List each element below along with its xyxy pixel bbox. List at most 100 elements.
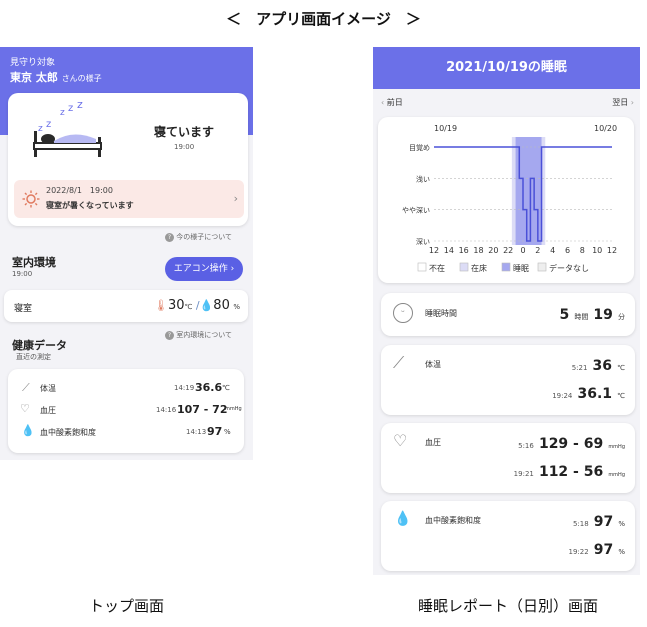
spo2-unit: % — [618, 520, 625, 528]
spo2-row: 19:22 97 % — [568, 539, 625, 558]
health-value: 97 — [207, 425, 223, 438]
health-time: 14:16 — [156, 406, 177, 414]
about-env-link[interactable]: ? 室内環境について — [165, 330, 232, 340]
health-row-bp[interactable]: ♡ 血圧 14:16 107 - 72 mmHg — [8, 401, 244, 421]
legend-label: 睡眠 — [513, 264, 529, 273]
svg-text:z: z — [77, 101, 83, 111]
page-heading: ＜ アプリ画面イメージ ＞ — [226, 10, 421, 28]
user-suffix: さんの様子 — [61, 74, 102, 83]
legend-swatch — [417, 262, 427, 272]
about-now-link[interactable]: ? 今の様子について — [165, 232, 232, 242]
health-unit: mmHg — [225, 406, 242, 412]
x-tick-label: 6 — [565, 246, 570, 255]
health-title: 健康データ — [12, 339, 67, 352]
x-tick-label: 8 — [580, 246, 585, 255]
sleeping-bed-icon: z z z z z — [33, 101, 102, 157]
x-tick-label: 0 — [520, 246, 525, 255]
health-label: 体温 — [40, 384, 56, 393]
legend-label: 不在 — [429, 263, 445, 273]
sleep-minutes: 19 — [593, 307, 613, 323]
sleep-hours: 5 — [559, 307, 570, 323]
user-name-text: 東京 太郎 — [10, 71, 58, 84]
spo2-time: 19:22 — [568, 548, 589, 556]
room-label: 寝室 — [14, 304, 33, 314]
prev-day-button[interactable]: ‹ 前日 — [381, 97, 403, 108]
bp-unit: mmHg — [608, 444, 625, 450]
date-left-label: 10/19 — [434, 124, 457, 133]
sleep-time-card: ᵕ 睡眠時間 5 時間 19 分 — [381, 293, 635, 336]
room-hot-alert[interactable]: 2022/8/1 19:00 寝室が暑くなっています › — [14, 180, 244, 218]
sleep-screen-caption: 睡眠レポート（日別）画面 — [417, 597, 598, 615]
sleep-hours-unit: 時間 — [574, 313, 589, 321]
health-value: 36.6 — [195, 381, 223, 394]
bp-label: 血圧 — [425, 438, 441, 447]
sleep-duration: 5 時間 19 分 — [559, 304, 625, 323]
x-tick-label: 18 — [473, 246, 483, 255]
temp-card: ⟋ 体温 5:21 36 ℃ 19:24 36.1 ℃ — [381, 345, 635, 415]
x-tick-label: 12 — [429, 246, 439, 255]
next-day-button[interactable]: 翌日 › — [612, 97, 634, 108]
about-env-text: 室内環境について — [176, 331, 233, 339]
level-label: 目覚め — [409, 143, 430, 152]
room-values: 🌡30℃ /💧80 % — [154, 298, 240, 313]
sleep-minutes-unit: 分 — [618, 313, 625, 321]
health-time: 14:13 — [186, 428, 207, 436]
temp-time: 19:24 — [552, 392, 573, 400]
health-row-temp[interactable]: ⟋ 体温 14:19 36.6 ℃ — [8, 379, 244, 399]
svg-text:z: z — [46, 119, 51, 130]
top-screen: 見守り対象 東京 太郎 さんの様子 z z z z z 寝ています 19:00 — [0, 47, 253, 460]
thermometer-icon: ⟋ — [393, 353, 405, 372]
health-value: 107 - 72 — [177, 403, 228, 416]
x-tick-label: 16 — [459, 246, 469, 255]
temp-value: 36.1 — [577, 386, 613, 402]
bp-card: ♡ 血圧 5:16 129 - 69 mmHg 19:21 112 - 56 m… — [381, 423, 635, 493]
help-icon: ? — [165, 233, 174, 242]
legend-swatch — [537, 262, 547, 272]
sleep-chart: 10/19 10/20目覚め浅いやや深い深い12 14 16 18 20 22 0 2 4 6 8 10… — [402, 124, 617, 273]
level-label: やや深い — [402, 206, 430, 215]
sleeping-face-icon: ᵕ — [393, 303, 413, 323]
aircon-button[interactable]: エアコン操作 › — [165, 257, 243, 281]
bp-value: 112 - 56 — [538, 464, 604, 480]
droplet-icon: 💧 — [21, 424, 35, 437]
health-row-spo2[interactable]: 💧 血中酸素飽和度 14:13 97 % — [8, 423, 244, 443]
bp-time: 5:16 — [518, 442, 534, 450]
health-label: 血中酸素飽和度 — [40, 428, 96, 437]
temp-row: 5:21 36 ℃ — [572, 355, 625, 374]
env-title: 室内環境 — [12, 256, 56, 269]
room-humidity-value: 80 — [213, 298, 230, 313]
svg-text:z: z — [60, 108, 65, 118]
aircon-button-label: エアコン操作 — [173, 264, 228, 274]
help-icon: ? — [165, 331, 174, 340]
room-humidity-unit: % — [233, 303, 240, 311]
humidity-drop-icon: /💧 — [195, 299, 214, 312]
spo2-unit: % — [618, 548, 625, 556]
x-tick-label: 12 — [607, 246, 617, 255]
spo2-time: 5:18 — [572, 520, 589, 528]
legend-swatch — [501, 262, 511, 272]
x-tick-label: 22 — [503, 246, 513, 255]
spo2-value: 97 — [593, 542, 614, 558]
date-right-label: 10/20 — [594, 124, 617, 133]
env-time: 19:00 — [12, 270, 33, 278]
health-time: 14:19 — [174, 384, 195, 392]
chevron-right-icon: › — [233, 192, 238, 205]
level-label: 深い — [416, 237, 430, 246]
alert-datetime: 2022/8/1 19:00 — [46, 186, 113, 195]
x-tick-label: 20 — [488, 246, 498, 255]
chevron-left-icon: ‹ — [381, 98, 385, 107]
heart-icon: ♡ — [20, 402, 30, 415]
sleep-time-label: 睡眠時間 — [425, 309, 457, 318]
spo2-label: 血中酸素飽和度 — [425, 516, 481, 525]
bp-unit: mmHg — [608, 472, 625, 478]
spo2-card: 💧 血中酸素飽和度 5:18 97 % 19:22 97 % — [381, 501, 635, 571]
spo2-value: 97 — [593, 514, 614, 530]
legend-swatch — [459, 262, 469, 272]
room-temp-unit: ℃ — [184, 303, 193, 311]
thermometer-icon: 🌡 — [154, 299, 168, 312]
status-time: 19:00 — [174, 143, 195, 151]
room-temp-value: 30 — [167, 298, 185, 313]
svg-text:z: z — [68, 103, 73, 114]
bp-time: 19:21 — [513, 470, 534, 478]
temp-unit: ℃ — [617, 364, 625, 372]
